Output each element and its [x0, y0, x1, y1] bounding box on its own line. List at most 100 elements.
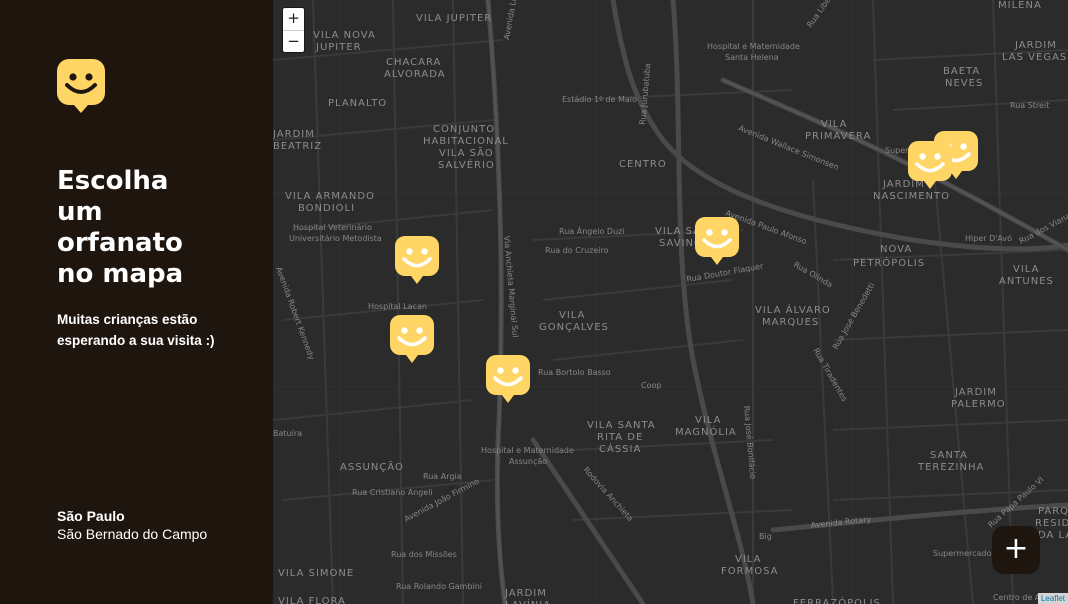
sidebar: Escolha um orfanato no mapa Muitas crian…: [0, 0, 273, 604]
svg-text:Rodovia Anchieta: Rodovia Anchieta: [582, 465, 635, 523]
svg-text:MARQUES: MARQUES: [762, 317, 819, 328]
svg-text:JARDIM: JARDIM: [954, 387, 997, 398]
svg-text:Rua Bortolo Basso: Rua Bortolo Basso: [538, 368, 611, 377]
svg-text:RESIDENCIAL: RESIDENCIAL: [1035, 518, 1068, 529]
svg-text:JARDIM: JARDIM: [1014, 40, 1057, 51]
svg-text:Avenida Lions: Avenida Lions: [502, 0, 520, 40]
zoom-control: + −: [283, 8, 304, 52]
svg-text:FERRAZÓPOLIS: FERRAZÓPOLIS: [793, 596, 881, 604]
orphanage-marker[interactable]: [695, 217, 739, 267]
svg-text:Rua Jurubatuba: Rua Jurubatuba: [638, 63, 652, 125]
svg-text:JUPITER: JUPITER: [315, 42, 362, 53]
svg-text:SALVÉRIO: SALVÉRIO: [438, 158, 495, 171]
svg-text:CHACARA: CHACARA: [386, 57, 441, 68]
svg-text:Avenida Rotary: Avenida Rotary: [810, 515, 872, 530]
add-orphanage-button[interactable]: +: [992, 526, 1040, 574]
svg-text:FORMOSA: FORMOSA: [721, 566, 778, 577]
subtitle: Muitas crianças estão esperando a sua vi…: [57, 312, 215, 348]
svg-text:Rua Olinda: Rua Olinda: [792, 260, 834, 290]
svg-text:ASSUNÇÃO: ASSUNÇÃO: [340, 460, 404, 473]
svg-text:VILA: VILA: [735, 554, 761, 565]
svg-text:ALVORADA: ALVORADA: [384, 69, 446, 80]
svg-text:VILA: VILA: [1013, 264, 1039, 275]
location-district: São Bernado do Campo: [57, 526, 208, 542]
svg-text:VILA: VILA: [559, 310, 585, 321]
svg-text:PETRÓPOLIS: PETRÓPOLIS: [853, 256, 925, 269]
svg-text:LAS VEGAS: LAS VEGAS: [1002, 52, 1067, 63]
svg-text:HABITACIONAL: HABITACIONAL: [423, 136, 509, 147]
svg-text:Rua José Benedetti: Rua José Benedetti: [830, 281, 876, 351]
svg-text:TEREZINHA: TEREZINHA: [917, 462, 984, 473]
orphanage-marker[interactable]: [390, 315, 434, 365]
svg-text:CÁSSIA: CÁSSIA: [599, 442, 641, 455]
svg-text:Rua Ângelo Duzi: Rua Ângelo Duzi: [559, 225, 625, 236]
svg-text:Hospital e Maternidade: Hospital e Maternidade: [707, 42, 800, 51]
svg-text:PLANALTO: PLANALTO: [328, 98, 387, 109]
svg-text:Hospital e Maternidade: Hospital e Maternidade: [481, 446, 574, 455]
svg-text:Avenida Robert Kennedy: Avenida Robert Kennedy: [274, 266, 316, 362]
svg-text:CENTRO: CENTRO: [619, 159, 667, 170]
smiley-marker-icon: [908, 141, 952, 189]
svg-text:Universitário Metodista: Universitário Metodista: [289, 234, 382, 243]
svg-text:Rua dos Missões: Rua dos Missões: [391, 550, 457, 559]
svg-text:Rua Tiradentes: Rua Tiradentes: [811, 347, 849, 404]
smiley-marker-icon: [695, 217, 739, 265]
map-tiles[interactable]: VILA JUPITER VILA NOVA JUPITER CHACARAALV…: [273, 0, 1068, 604]
smiley-marker-icon: [390, 315, 434, 363]
svg-text:Via Anchieta Marginal Sul: Via Anchieta Marginal Sul: [502, 235, 520, 337]
svg-text:SANTA: SANTA: [930, 450, 968, 461]
svg-text:VILA ARMANDO: VILA ARMANDO: [285, 191, 375, 202]
svg-text:BEATRIZ: BEATRIZ: [273, 141, 322, 152]
orphanage-marker[interactable]: [486, 355, 530, 405]
svg-text:Coop: Coop: [641, 381, 661, 390]
svg-text:Rua Argia: Rua Argia: [423, 472, 462, 481]
svg-text:VILA SÃO: VILA SÃO: [439, 146, 494, 159]
svg-text:VILA: VILA: [695, 415, 721, 426]
svg-text:PALERMO: PALERMO: [951, 399, 1006, 410]
svg-text:Avenida João Firmino: Avenida João Firmino: [403, 477, 481, 524]
svg-text:JARDIM: JARDIM: [504, 588, 547, 599]
svg-text:RITA DE: RITA DE: [597, 432, 643, 443]
smiley-marker-icon: [395, 236, 439, 284]
svg-text:Hiper D'Avó: Hiper D'Avó: [965, 233, 1012, 243]
svg-text:VILA ÁLVARO: VILA ÁLVARO: [755, 303, 831, 316]
smiley-marker-icon: [486, 355, 530, 403]
svg-text:Supermercado: Supermercado: [933, 549, 992, 558]
svg-text:PRIMAVERA: PRIMAVERA: [805, 131, 871, 142]
svg-text:VILA SIMONE: VILA SIMONE: [278, 568, 354, 579]
svg-text:VILA JUPITER: VILA JUPITER: [416, 13, 492, 24]
svg-text:NOVA: NOVA: [880, 244, 912, 255]
svg-text:Rua Cristiano Angeli: Rua Cristiano Angeli: [352, 488, 433, 497]
orphanage-marker[interactable]: [395, 236, 439, 286]
svg-text:Rua Rolando Gambini: Rua Rolando Gambini: [396, 582, 482, 591]
page-title: Escolha um orfanato no mapa: [57, 166, 184, 289]
svg-text:Rua do Cruzeiro: Rua do Cruzeiro: [545, 246, 609, 255]
svg-text:MILENA: MILENA: [998, 0, 1042, 11]
svg-text:JARDIM: JARDIM: [273, 129, 315, 140]
svg-text:VILA FLORA: VILA FLORA: [278, 596, 346, 604]
map[interactable]: VILA JUPITER VILA NOVA JUPITER CHACARA ALV…: [273, 0, 1068, 604]
svg-text:Rua Liberdade: Rua Liberdade: [805, 0, 845, 29]
svg-text:PARQUE: PARQUE: [1038, 506, 1068, 517]
svg-text:Assunção: Assunção: [509, 457, 547, 466]
svg-text:VILA: VILA: [821, 119, 847, 130]
svg-text:BAETA: BAETA: [943, 66, 980, 77]
svg-text:Santa Helena: Santa Helena: [725, 53, 779, 62]
leaflet-attribution-link[interactable]: Leaflet: [1037, 593, 1068, 604]
svg-text:BONDIOLI: BONDIOLI: [298, 203, 355, 214]
smiley-logo-icon: [57, 59, 105, 115]
svg-text:GONÇALVES: GONÇALVES: [539, 322, 609, 333]
zoom-in-button[interactable]: +: [283, 8, 304, 31]
location-city: São Paulo: [57, 508, 125, 524]
svg-text:Hospital Lacan: Hospital Lacan: [368, 302, 427, 311]
svg-text:MAGNÓLIA: MAGNÓLIA: [675, 425, 737, 438]
svg-text:Centro de A: Centro de A: [993, 593, 1041, 602]
svg-text:Big: Big: [759, 532, 772, 541]
orphanage-marker[interactable]: [908, 141, 952, 191]
svg-text:VILA SANTA: VILA SANTA: [587, 420, 656, 431]
svg-text:DA LAPA: DA LAPA: [1038, 530, 1068, 541]
svg-text:Rua Streit: Rua Streit: [1010, 101, 1049, 110]
svg-text:CONJUNTO: CONJUNTO: [433, 124, 495, 135]
svg-text:NASCIMENTO: NASCIMENTO: [873, 191, 950, 202]
zoom-out-button[interactable]: −: [283, 31, 304, 53]
